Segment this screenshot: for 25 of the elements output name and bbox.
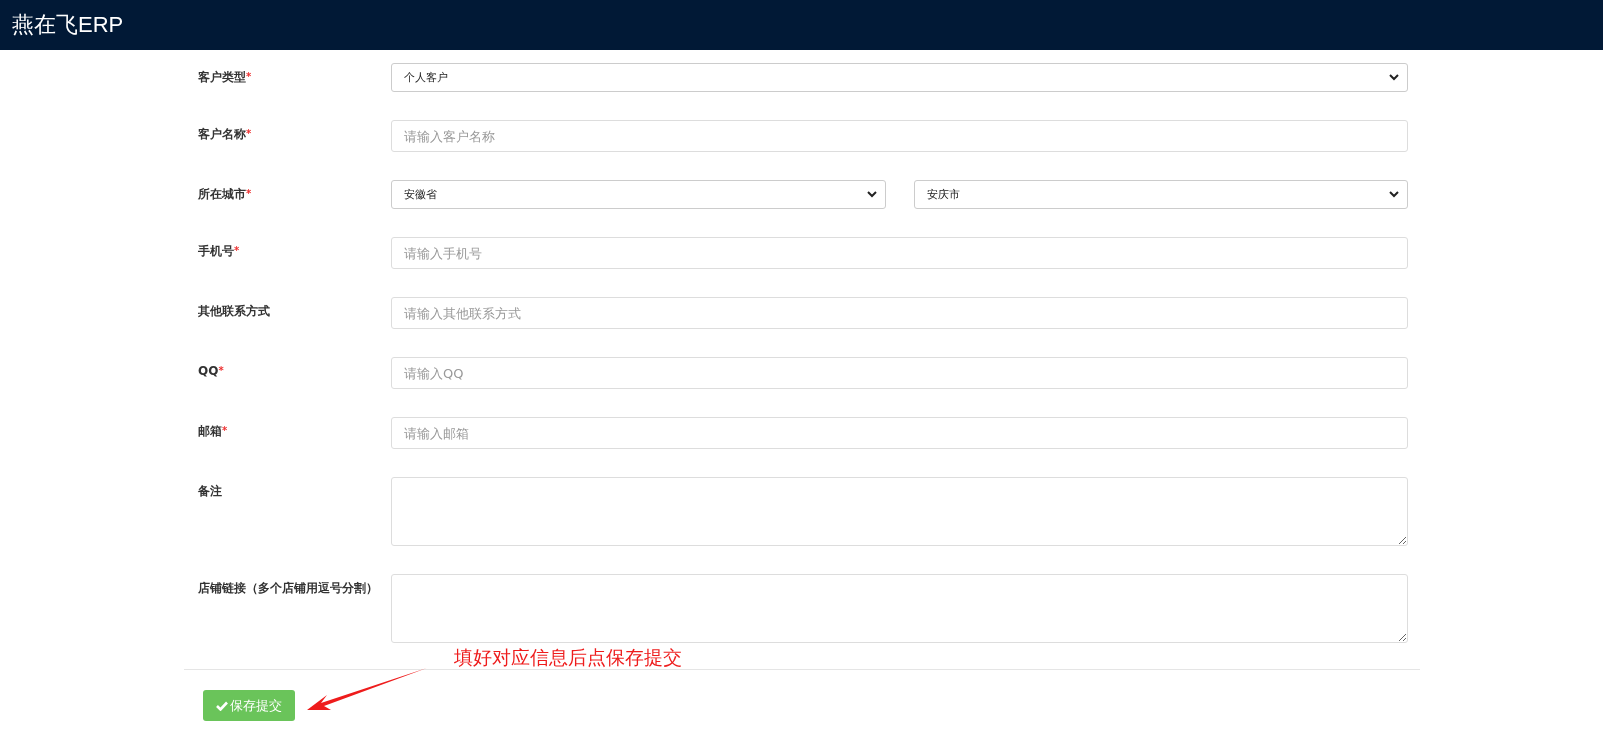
annotation-text: 填好对应信息后点保存提交 xyxy=(454,645,682,670)
chevron-down-icon xyxy=(866,191,877,198)
field-label: 客户名称* xyxy=(198,126,252,143)
textarea-field[interactable] xyxy=(391,477,1408,546)
text-input-field[interactable]: 请输入其他联系方式 xyxy=(391,297,1408,329)
field-label: 手机号* xyxy=(198,243,240,260)
chevron-down-icon xyxy=(1389,191,1399,198)
field-label: 备注 xyxy=(198,483,222,500)
dropdown-field[interactable]: 安庆市 xyxy=(913,180,1408,209)
textarea-field[interactable] xyxy=(391,574,1408,643)
field-label: 邮箱* xyxy=(198,423,228,440)
text-input-field[interactable]: 请输入客户名称 xyxy=(391,120,1408,152)
field-label: 其他联系方式 xyxy=(198,303,270,320)
field-label: QQ* xyxy=(198,363,224,380)
field-label: 客户类型* xyxy=(198,69,252,86)
chevron-down-icon xyxy=(1389,74,1399,81)
field-label: 所在城市* xyxy=(198,186,252,203)
text-input-field[interactable]: 请输入QQ xyxy=(391,357,1408,389)
dropdown-field[interactable]: 安徽省 xyxy=(391,180,886,209)
text-input-field[interactable]: 请输入手机号 xyxy=(391,237,1408,269)
field-label: 店铺链接（多个店铺用逗号分割） xyxy=(198,580,378,597)
check-icon xyxy=(216,700,228,711)
text-input-field[interactable]: 请输入邮箱 xyxy=(391,417,1408,449)
dropdown-field[interactable]: 个人客户 xyxy=(391,63,1408,92)
app-title: 燕在飞ERP xyxy=(12,11,124,39)
